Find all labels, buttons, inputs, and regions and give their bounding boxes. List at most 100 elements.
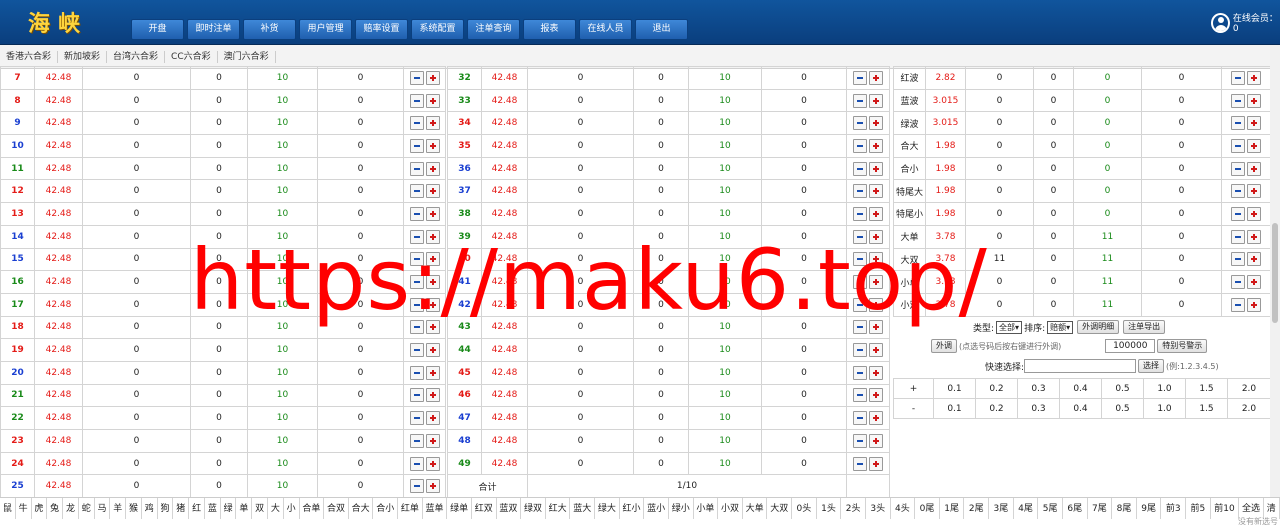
quick-select-item[interactable]: 合双 [324,498,349,519]
plus-icon[interactable] [425,365,440,380]
rebate-option[interactable]: 0.1 [933,398,976,419]
nav-button[interactable]: 在线人员 [579,19,632,40]
plus-icon[interactable] [869,456,883,471]
quick-select-item[interactable]: 大 [268,498,284,519]
plus-icon[interactable] [869,388,883,403]
plus-icon[interactable] [425,479,440,494]
quick-select-item[interactable]: 绿双 [521,498,546,519]
quick-select-item[interactable]: 绿单 [447,498,472,519]
plus-icon[interactable] [869,206,883,221]
nav-button[interactable]: 开盘 [131,19,184,40]
quick-select-input[interactable] [1024,359,1137,373]
minus-icon[interactable] [1231,275,1245,290]
quick-select-item[interactable]: 马 [95,498,111,519]
minus-icon[interactable] [1231,138,1245,153]
rebate-option[interactable]: 0.2 [975,398,1018,419]
quick-select-item[interactable]: 8尾 [1112,498,1137,519]
quick-select-item[interactable]: 绿大 [595,498,620,519]
quick-select-item[interactable]: 3尾 [989,498,1014,519]
plus-icon[interactable] [1247,93,1261,108]
quick-select-item[interactable]: 前10 [1211,498,1240,519]
plus-icon[interactable] [869,138,883,153]
quick-select-item[interactable]: 2头 [841,498,866,519]
lottery-tab[interactable]: 香港六合彩 [0,50,59,63]
nav-button[interactable]: 注单查询 [467,19,520,40]
plus-icon[interactable] [425,388,440,403]
quick-select-item[interactable]: 狗 [158,498,174,519]
quick-select-item[interactable]: 鸡 [142,498,158,519]
plus-icon[interactable] [425,206,440,221]
plus-icon[interactable] [1247,161,1261,176]
plus-icon[interactable] [869,184,883,199]
minus-icon[interactable] [853,93,867,108]
plus-icon[interactable] [425,161,440,176]
quick-select-item[interactable]: 前3 [1161,498,1187,519]
quick-select-item[interactable]: 小 [284,498,300,519]
plus-icon[interactable] [1247,275,1261,290]
minus-icon[interactable] [409,388,424,403]
minus-icon[interactable] [853,138,867,153]
plus-icon[interactable] [869,116,883,131]
minus-icon[interactable] [409,206,424,221]
quick-select-item[interactable]: 绿小 [669,498,694,519]
nav-button[interactable]: 赔率设置 [355,19,408,40]
rebate-option[interactable]: 0.2 [975,378,1018,399]
quick-select-item[interactable]: 3头 [866,498,891,519]
plus-icon[interactable] [869,70,883,85]
minus-icon[interactable] [853,161,867,176]
quick-select-item[interactable]: 单 [236,498,253,519]
plus-icon[interactable] [869,161,883,176]
amount-input[interactable]: 100000 [1105,339,1156,353]
quick-select-item[interactable]: 5尾 [1038,498,1063,519]
plus-icon[interactable] [425,456,440,471]
minus-icon[interactable] [1231,161,1245,176]
minus-icon[interactable] [409,456,424,471]
rebate-option[interactable]: 0.5 [1101,378,1144,399]
minus-icon[interactable] [1231,70,1245,85]
minus-icon[interactable] [1231,206,1245,221]
quick-select-item[interactable]: 大单 [743,498,768,519]
quick-select-item[interactable]: 大双 [767,498,793,519]
minus-icon[interactable] [409,433,424,448]
rebate-option[interactable]: 1.5 [1185,378,1228,399]
minus-icon[interactable] [1231,229,1245,244]
scrollbar-thumb[interactable] [1272,223,1278,323]
nav-button[interactable]: 系统配置 [411,19,464,40]
minus-icon[interactable] [853,70,867,85]
lottery-tab[interactable]: 澳门六合彩 [218,50,276,63]
plus-icon[interactable] [1247,138,1261,153]
quick-select-item[interactable]: 6尾 [1063,498,1088,519]
plus-icon[interactable] [1247,184,1261,199]
quick-select-item[interactable]: 7尾 [1088,498,1113,519]
minus-icon[interactable] [409,343,424,358]
minus-icon[interactable] [1231,184,1245,199]
plus-icon[interactable] [1247,70,1261,85]
plus-icon[interactable] [869,433,883,448]
quick-select-item[interactable]: 蓝大 [570,498,596,519]
rebate-option[interactable]: 1.0 [1143,378,1186,399]
minus-icon[interactable] [409,93,424,108]
external-button[interactable]: 外调 [931,339,957,353]
minus-icon[interactable] [853,365,867,380]
plus-icon[interactable] [1247,116,1261,131]
plus-icon[interactable] [869,411,883,426]
minus-icon[interactable] [1231,252,1245,267]
scrollbar[interactable] [1270,45,1280,497]
rebate-option[interactable]: 0.5 [1101,398,1144,419]
plus-icon[interactable] [425,116,440,131]
rebate-option[interactable]: 0.4 [1059,398,1102,419]
rebate-option[interactable]: 1.5 [1185,398,1228,419]
minus-icon[interactable] [1231,116,1245,131]
quick-select-item[interactable]: 合小 [373,498,399,519]
quick-select-item[interactable]: 牛 [16,498,32,519]
minus-icon[interactable] [409,365,424,380]
plus-icon[interactable] [869,93,883,108]
quick-select-item[interactable]: 合单 [300,498,325,519]
minus-icon[interactable] [853,184,867,199]
minus-icon[interactable] [409,184,424,199]
quick-select-item[interactable]: 虎 [32,498,48,519]
quick-select-item[interactable]: 2尾 [964,498,990,519]
rebate-option[interactable]: 0.4 [1059,378,1102,399]
minus-icon[interactable] [853,116,867,131]
quick-select-item[interactable]: 蛇 [79,498,95,519]
